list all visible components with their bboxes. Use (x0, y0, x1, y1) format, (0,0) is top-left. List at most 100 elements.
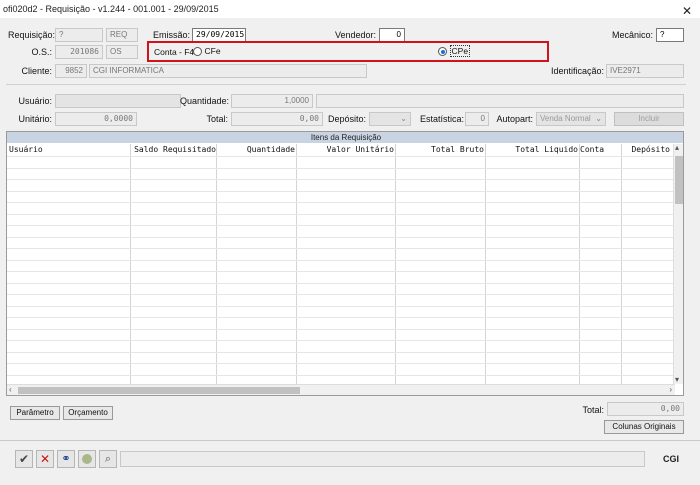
cancel-x-icon[interactable]: ✕ (36, 450, 54, 468)
green-dot-icon (82, 454, 92, 464)
os-label: O.S.: (31, 47, 52, 57)
estatistica-field[interactable]: 0 (465, 112, 489, 126)
table-row[interactable] (7, 225, 675, 226)
radio-cfe-icon[interactable] (193, 47, 202, 57)
quantidade-field[interactable]: 1,0000 (231, 94, 313, 108)
table-row[interactable] (7, 374, 675, 376)
col-header-saldo[interactable]: Saldo Requisitado (131, 144, 216, 156)
col-header-total-liquido[interactable]: Total Liquido (486, 144, 578, 156)
requisicao-code-field: REQ (106, 28, 138, 42)
orcamento-button[interactable]: Orçamento (63, 406, 113, 420)
total-label: Total: (206, 114, 228, 124)
status-bar (120, 451, 645, 467)
table-row[interactable] (7, 305, 675, 307)
binoculars-icon[interactable]: ⚭ (57, 450, 75, 468)
os-field[interactable]: 201086 (55, 45, 103, 59)
close-icon[interactable]: ✕ (682, 2, 692, 20)
deposito-select[interactable]: ⌄ (369, 112, 411, 126)
emissao-label: Emissão: (152, 30, 190, 40)
table-row[interactable] (7, 156, 675, 157)
col-header-total-bruto[interactable]: Total Bruto (396, 144, 484, 156)
cliente-code-field[interactable]: 9852 (55, 64, 87, 78)
usuario-label: Usuário: (18, 96, 52, 106)
cliente-name-field: CGI INFORMATICA (89, 64, 367, 78)
incluir-button[interactable]: Incluir (614, 112, 684, 126)
status-dot-icon[interactable] (78, 450, 96, 468)
table-row[interactable] (7, 351, 675, 353)
table-row[interactable] (7, 259, 675, 261)
estatistica-label: Estatística: (420, 114, 465, 124)
total-field[interactable]: 0,00 (231, 112, 323, 126)
chevron-down-icon: ⌄ (400, 114, 407, 123)
col-divider (296, 144, 297, 384)
table-row[interactable] (7, 167, 675, 169)
radio-cpe-icon[interactable] (438, 47, 447, 57)
vertical-scroll-thumb[interactable] (675, 156, 683, 204)
window-title: ofi020d2 - Requisição - v1.244 - 001.001… (3, 4, 219, 14)
col-divider (621, 144, 622, 384)
table-row[interactable] (7, 202, 675, 203)
table-row[interactable] (7, 363, 675, 364)
requisicao-field[interactable]: ? (55, 28, 103, 42)
identificacao-field[interactable]: IVE2971 (606, 64, 684, 78)
col-header-conta[interactable]: Conta (580, 144, 620, 156)
autopart-label: Autopart: (496, 114, 533, 124)
autopart-select[interactable]: Venda Normal ⌄ (536, 112, 606, 126)
items-grid[interactable]: Itens da Requisição Usuário Saldo Requis… (6, 131, 684, 396)
grid-title: Itens da Requisição (7, 132, 683, 143)
scroll-down-icon[interactable]: ▾ (675, 375, 679, 384)
table-row[interactable] (7, 248, 675, 249)
conta-label: Conta - F4: (154, 47, 197, 57)
vendedor-field[interactable]: 0 (379, 28, 405, 42)
magnifier-icon[interactable]: ⌕ (99, 450, 117, 468)
conta-option-cpe-label: CPe (449, 45, 471, 57)
table-row[interactable] (7, 179, 675, 180)
identificacao-label: Identificação: (550, 66, 604, 76)
table-row[interactable] (7, 317, 675, 318)
window-titlebar: ofi020d2 - Requisição - v1.244 - 001.001… (0, 0, 700, 18)
col-divider (485, 144, 486, 384)
footer-total-field: 0,00 (607, 402, 684, 416)
table-row[interactable] (7, 213, 675, 215)
col-header-deposito[interactable]: Depósito (622, 144, 670, 156)
requisicao-label: Requisição: (8, 30, 56, 40)
unitario-field[interactable]: 0,0000 (55, 112, 137, 126)
cgi-logo: CGI (663, 454, 680, 464)
usuario-field[interactable] (55, 94, 181, 108)
col-header-usuario[interactable]: Usuário (9, 144, 131, 156)
table-row[interactable] (7, 328, 675, 330)
vendedor-label: Vendedor: (334, 30, 376, 40)
chevron-down-icon: ⌄ (595, 114, 602, 123)
col-divider (130, 144, 131, 384)
scroll-left-icon[interactable]: ‹ (9, 385, 12, 394)
mecanico-label: Mecânico: (611, 30, 653, 40)
colunas-originais-button[interactable]: Colunas Originais (604, 420, 684, 434)
deposito-label: Depósito: (327, 114, 366, 124)
table-row[interactable] (7, 190, 675, 192)
horizontal-scrollbar[interactable]: ‹ › (7, 384, 675, 395)
col-header-quantidade[interactable]: Quantidade (217, 144, 295, 156)
col-divider (216, 144, 217, 384)
horizontal-scroll-thumb[interactable] (18, 387, 300, 394)
parametro-button[interactable]: Parâmetro (10, 406, 60, 420)
emissao-field[interactable]: 29/09/2015 (192, 28, 246, 42)
scroll-right-icon[interactable]: › (669, 385, 672, 394)
col-header-valor-unitario[interactable]: Valor Unitário (297, 144, 394, 156)
vertical-scrollbar[interactable]: ▴ ▾ (673, 143, 683, 384)
table-row[interactable] (7, 340, 675, 341)
conta-radio-cfe[interactable]: CFe (193, 46, 221, 57)
col-divider (395, 144, 396, 384)
confirm-check-icon[interactable]: ✔ (15, 450, 33, 468)
col-divider (579, 144, 580, 384)
table-row[interactable] (7, 271, 675, 272)
conta-radio-cpe[interactable]: CPe (438, 45, 471, 57)
unitario-label: Unitário: (18, 114, 52, 124)
table-row[interactable] (7, 282, 675, 284)
mecanico-field[interactable]: ? (656, 28, 684, 42)
scroll-up-icon[interactable]: ▴ (675, 143, 679, 152)
footer-total-label: Total: (582, 405, 604, 415)
conta-option-cfe-label: CFe (204, 46, 221, 56)
os-code-field: OS (106, 45, 138, 59)
table-row[interactable] (7, 236, 675, 238)
table-row[interactable] (7, 294, 675, 295)
